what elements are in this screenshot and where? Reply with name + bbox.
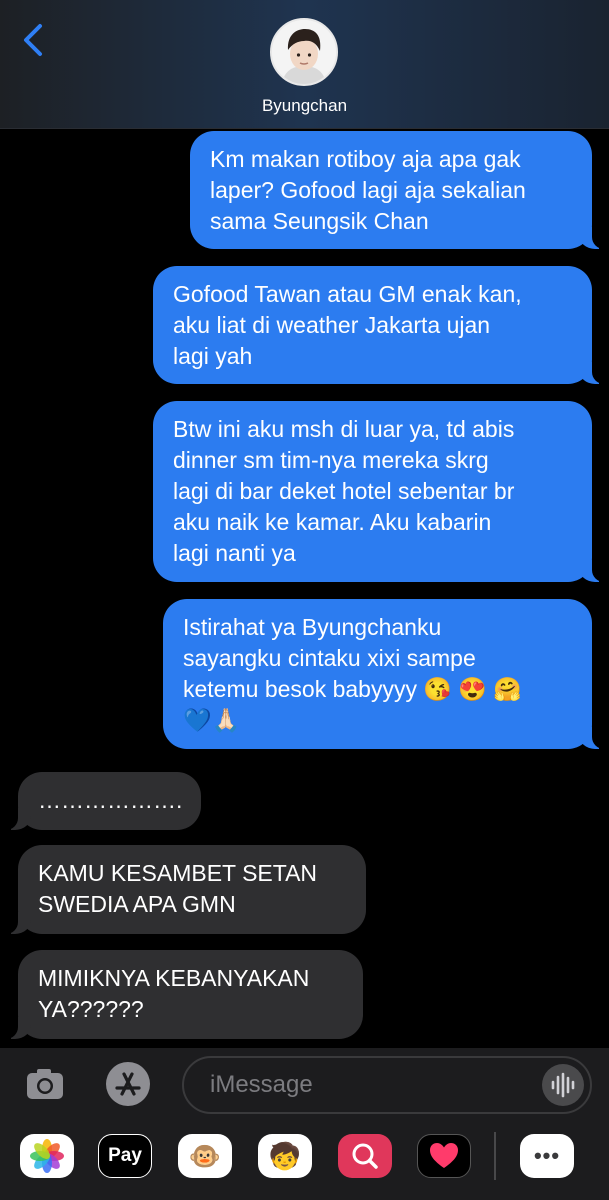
apple-pay-icon[interactable]: Pay (98, 1134, 152, 1178)
sent-message-bubble[interactable]: Btw ini aku msh di luar ya, td abis dinn… (153, 401, 606, 582)
sent-message-bubble[interactable]: Gofood Tawan atau GM enak kan, aku liat … (153, 266, 606, 384)
contact-name[interactable]: Byungchan (0, 96, 609, 116)
message-text-line: sama Seungsik Chan (210, 208, 429, 234)
message-text-line: ketemu besok babyyyy 😘 😍 🤗 (183, 676, 523, 702)
received-message-bubble[interactable]: ………………. (4, 772, 201, 830)
message-text-line: lagi yah (173, 343, 253, 369)
digital-touch-icon[interactable] (417, 1134, 471, 1178)
more-apps-glyph: ••• (533, 1143, 561, 1168)
message-input-placeholder: iMessage (210, 1071, 313, 1098)
app-drawer-divider (494, 1132, 496, 1180)
animoji-glyph: 🐵 (188, 1140, 222, 1171)
received-message-bubble[interactable]: MIMIKNYA KEBANYAKAN YA?????? (4, 950, 363, 1039)
message-text-line: KAMU KESAMBET SETAN (38, 860, 318, 886)
message-text-line: sayangku cintaku xixi sampe (183, 645, 476, 671)
back-chevron-icon[interactable] (18, 22, 48, 58)
message-text-line: Gofood Tawan atau GM enak kan, (173, 281, 522, 307)
sent-message-bubble[interactable]: Istirahat ya Byungchanku sayangku cintak… (163, 599, 606, 749)
message-text-line: laper? Gofood lagi aja sekalian (210, 177, 526, 203)
apple-pay-label: Pay (108, 1145, 142, 1166)
message-input[interactable]: iMessage (182, 1056, 592, 1114)
contact-avatar[interactable] (270, 18, 338, 86)
camera-icon[interactable] (24, 1063, 66, 1105)
animoji-icon[interactable]: 🐵 (178, 1134, 232, 1178)
message-text-line: lagi nanti ya (173, 540, 296, 566)
message-text-line: aku naik ke kamar. Aku kabarin (173, 509, 492, 535)
message-text-line: Km makan rotiboy aja apa gak (210, 146, 521, 172)
audio-waveform-icon[interactable] (542, 1064, 584, 1106)
app-store-icon[interactable] (102, 1060, 154, 1108)
message-text-line: SWEDIA APA GMN (38, 891, 236, 917)
message-text-line: 💙🙏🏻 (183, 707, 241, 733)
message-text-line: Istirahat ya Byungchanku (183, 614, 442, 640)
search-images-icon[interactable] (338, 1134, 392, 1178)
more-apps-icon[interactable]: ••• (520, 1134, 574, 1178)
message-text-line: ………………. (38, 787, 183, 813)
conversation-header: Byungchan (0, 0, 609, 129)
message-text-line: Btw ini aku msh di luar ya, td abis (173, 416, 515, 442)
message-text-line: YA?????? (38, 996, 144, 1022)
received-message-bubble[interactable]: KAMU KESAMBET SETAN SWEDIA APA GMN (4, 845, 366, 934)
sent-message-bubble[interactable]: Km makan rotiboy aja apa gak laper? Gofo… (190, 131, 606, 249)
photos-icon[interactable] (20, 1134, 74, 1178)
message-text-line: aku liat di weather Jakarta ujan (173, 312, 491, 338)
message-text-line: lagi di bar deket hotel sebentar br (173, 478, 515, 504)
memoji-glyph: 🧒 (268, 1140, 302, 1171)
message-text-line: MIMIKNYA KEBANYAKAN (38, 965, 310, 991)
message-text-line: dinner sm tim-nya mereka skrg (173, 447, 489, 473)
memoji-icon[interactable]: 🧒 (258, 1134, 312, 1178)
